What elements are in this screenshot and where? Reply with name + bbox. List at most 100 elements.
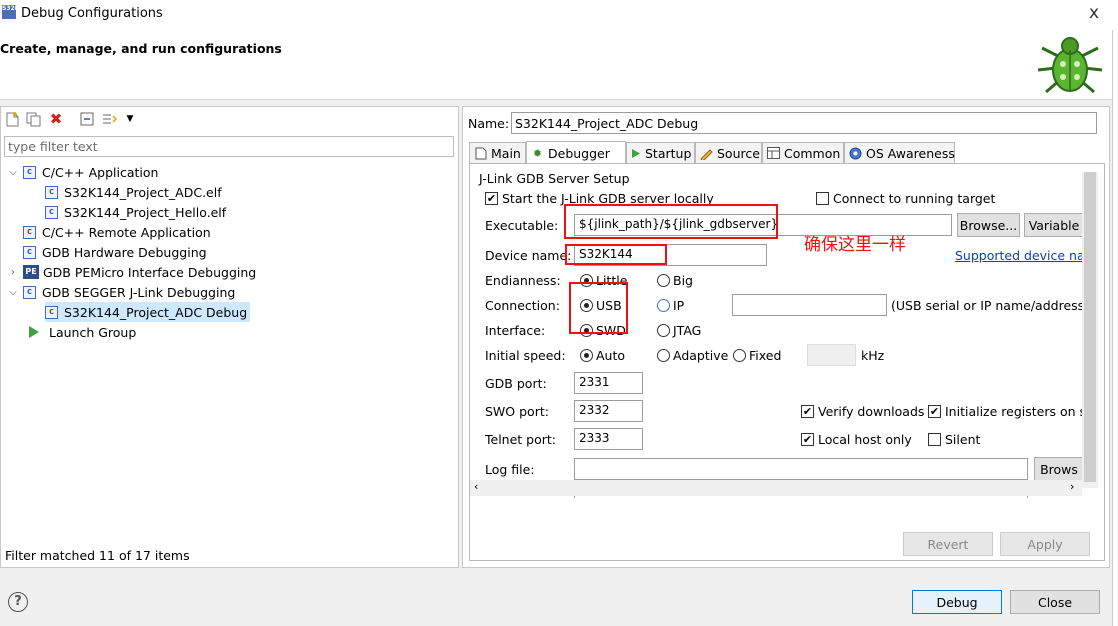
speed-auto-radio[interactable]: Auto [580,348,625,363]
tab-common[interactable]: Common [762,142,844,163]
group-title: J-Link GDB Server Setup [479,171,630,186]
expand-chevron-icon[interactable]: ⌵ [7,287,19,298]
speed-adaptive-radio[interactable]: Adaptive [657,348,728,363]
revert-button[interactable]: Revert [903,532,993,556]
highlight-executable [564,204,778,239]
supported-devices-link[interactable]: Supported device nar [955,248,1090,263]
expand-chevron-icon[interactable]: ⌵ [7,167,19,178]
log-file-label: Log file: [485,462,535,477]
tree-item-launch-group[interactable]: Launch Group [27,322,136,342]
pemicro-icon: PE [23,265,39,279]
connection-label: Connection: [485,298,560,313]
tree-item-label: GDB PEMicro Interface Debugging [43,264,257,280]
main-tab-icon [474,147,487,160]
delete-icon[interactable]: ✖ [48,110,64,128]
dropdown-icon[interactable]: ▼ [122,111,138,127]
connect-running-checkbox[interactable]: Connect to running target [816,191,995,206]
connection-hint: (USB serial or IP name/address) [891,298,1090,313]
radio-icon [657,324,670,337]
fixed-speed-input[interactable] [807,344,856,366]
interface-label: Interface: [485,323,546,338]
speed-fixed-radio[interactable]: Fixed [733,348,781,363]
common-tab-icon [767,147,780,160]
collapse-all-icon[interactable] [79,111,95,127]
tree-item-label: C/C++ Remote Application [42,224,211,240]
unchecked-box-icon [928,433,941,446]
browse-button[interactable]: Browse... [957,213,1020,237]
checkmark-icon: ✔ [801,433,814,446]
swo-port-label: SWO port: [485,404,549,419]
gdb-port-label: GDB port: [485,376,547,391]
bug-icon [1037,37,1103,94]
local-host-checkbox[interactable]: ✔ Local host only [801,432,912,447]
launch-group-icon [29,326,39,338]
filter-input[interactable] [4,136,454,157]
tree-item-pemicro[interactable]: › PE GDB PEMicro Interface Debugging [7,262,256,282]
configurations-pane: ✖ ▼ ⌵ c C/C++ Application c S32K144_Proj… [0,106,459,568]
connection-ip-radio[interactable]: IP [657,298,684,313]
silent-checkbox[interactable]: Silent [928,432,980,447]
c-app-icon: c [45,305,58,319]
annotation-text: 确保这里一样 [804,235,906,255]
checkmark-icon: ✔ [485,192,498,205]
c-app-icon: c [45,185,58,199]
c-app-icon: c [23,165,36,179]
ip-address-input[interactable] [732,294,887,316]
scroll-right-icon[interactable]: › [1070,480,1074,493]
telnet-port-input[interactable]: 2333 [574,428,643,450]
c-app-icon: c [45,205,58,219]
tree-item-gdb-hardware[interactable]: c GDB Hardware Debugging [23,242,207,262]
tree-item-cpp-application[interactable]: ⌵ c C/C++ Application [7,162,158,182]
tree-item-label: S32K144_Project_Hello.elf [64,204,227,220]
radio-icon [657,299,670,312]
apply-button[interactable]: Apply [1000,532,1090,556]
duplicate-icon[interactable] [25,111,41,127]
endianness-label: Endianness: [485,273,561,288]
tab-startup[interactable]: Startup [626,142,695,163]
vertical-scroll-thumb[interactable] [1084,172,1096,482]
init-registers-checkbox[interactable]: ✔ Initialize registers on st [928,404,1091,419]
debug-button[interactable]: Debug [912,590,1002,614]
tree-item-hello-elf[interactable]: c S32K144_Project_Hello.elf [45,202,226,222]
log-file-input[interactable] [574,458,1028,480]
window-title: Debug Configurations [21,6,163,21]
endianness-big-radio[interactable]: Big [657,273,693,288]
tree-item-cpp-remote[interactable]: c C/C++ Remote Application [23,222,211,242]
tab-debugger[interactable]: ✹ Debugger [526,141,626,164]
filter-icon[interactable] [102,111,118,127]
c-app-icon: c [23,285,36,299]
swo-port-input[interactable]: 2332 [574,400,643,422]
tab-main[interactable]: Main [469,142,526,163]
log-browse-button[interactable]: Brows [1034,457,1084,481]
tree-item-label: S32K144_Project_ADC Debug [64,304,248,320]
title-bar: S32DS Debug Configurations x [0,0,1118,30]
highlight-connection-interface [569,282,628,334]
variables-button[interactable]: Variable [1024,213,1084,237]
unchecked-box-icon [816,192,829,205]
name-input[interactable] [511,112,1097,134]
radio-icon [733,349,746,362]
tree-item-adc-debug[interactable]: c S32K144_Project_ADC Debug [45,302,251,322]
tree-item-segger-jlink[interactable]: ⌵ c GDB SEGGER J-Link Debugging [7,282,235,302]
window-edge [1112,30,1118,626]
scroll-left-icon[interactable]: ‹ [474,480,478,493]
verify-downloads-checkbox[interactable]: ✔ Verify downloads [801,404,924,419]
new-configuration-icon[interactable] [4,111,20,127]
gdb-port-input[interactable]: 2331 [574,372,643,394]
header-title: Create, manage, and run configurations [0,41,282,56]
help-icon[interactable]: ? [8,592,28,612]
startup-tab-icon [631,147,641,160]
tab-os-awareness[interactable]: OS Awareness [844,142,955,163]
horizontal-scrollbar[interactable]: ‹ › [470,480,1082,496]
close-button[interactable]: Close [1010,590,1100,614]
dialog-header: Create, manage, and run configurations [0,30,1112,100]
name-label: Name: [468,116,510,131]
collapse-chevron-icon[interactable]: › [7,267,19,278]
tab-source[interactable]: Source [695,142,762,163]
radio-icon [657,274,670,287]
c-app-icon: c [23,245,36,259]
tree-item-label: Launch Group [49,324,137,340]
tree-item-adc-elf[interactable]: c S32K144_Project_ADC.elf [45,182,222,202]
interface-jtag-radio[interactable]: JTAG [657,323,701,338]
window-close-button[interactable]: x [1089,3,1099,23]
